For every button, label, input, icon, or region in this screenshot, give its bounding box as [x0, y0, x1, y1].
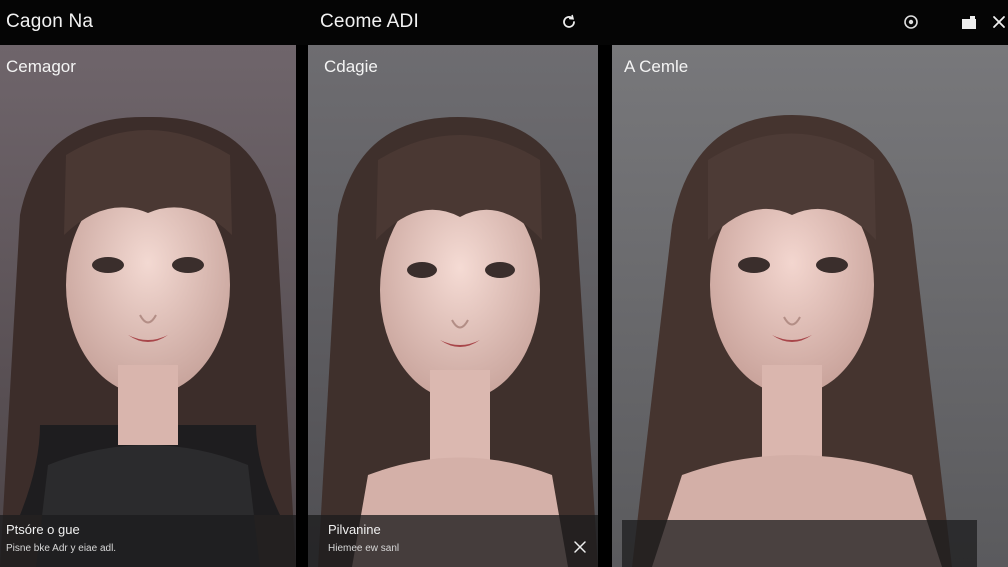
window-title: Ceome ADI	[320, 11, 419, 32]
portrait-image-1	[0, 45, 296, 567]
portrait-panel-1[interactable]: Cemagor Ptsóre o gue Pisne bke Adr y eia…	[0, 45, 296, 567]
portrait-panel-2[interactable]: Cdagie Pilvanine Hiemee ew sanl	[308, 45, 598, 567]
panel-2-caption-sub: Hiemee ew sanl	[328, 543, 400, 554]
top-bar: Cagon Na Ceome ADI	[0, 0, 1008, 45]
panel-3-label: A Cemle	[624, 57, 689, 76]
settings-icon[interactable]	[900, 11, 922, 33]
close-icon[interactable]	[990, 11, 1008, 33]
panel-1-caption-sub: Pisne bke Adr y eiae adl.	[6, 543, 117, 554]
folder-icon[interactable]	[958, 11, 980, 33]
portrait-image-2	[308, 45, 598, 567]
portrait-panel-3[interactable]: A Cemle	[612, 45, 1008, 567]
panel-2-caption: Pilvanine Hiemee ew sanl	[308, 515, 598, 567]
panel-2-close-icon[interactable]	[572, 539, 588, 555]
panel-1-caption: Ptsóre o gue Pisne bke Adr y eiae adl.	[0, 515, 296, 567]
panel-2-label: Cdagie	[324, 57, 378, 76]
panel-1-caption-title: Ptsóre o gue	[6, 522, 80, 537]
panel-1-label: Cemagor	[6, 57, 76, 76]
portrait-image-3	[612, 45, 1008, 567]
panel-2-caption-title: Pilvanine	[328, 522, 381, 537]
refresh-icon[interactable]	[558, 11, 580, 33]
app-title: Cagon Na	[6, 11, 94, 32]
